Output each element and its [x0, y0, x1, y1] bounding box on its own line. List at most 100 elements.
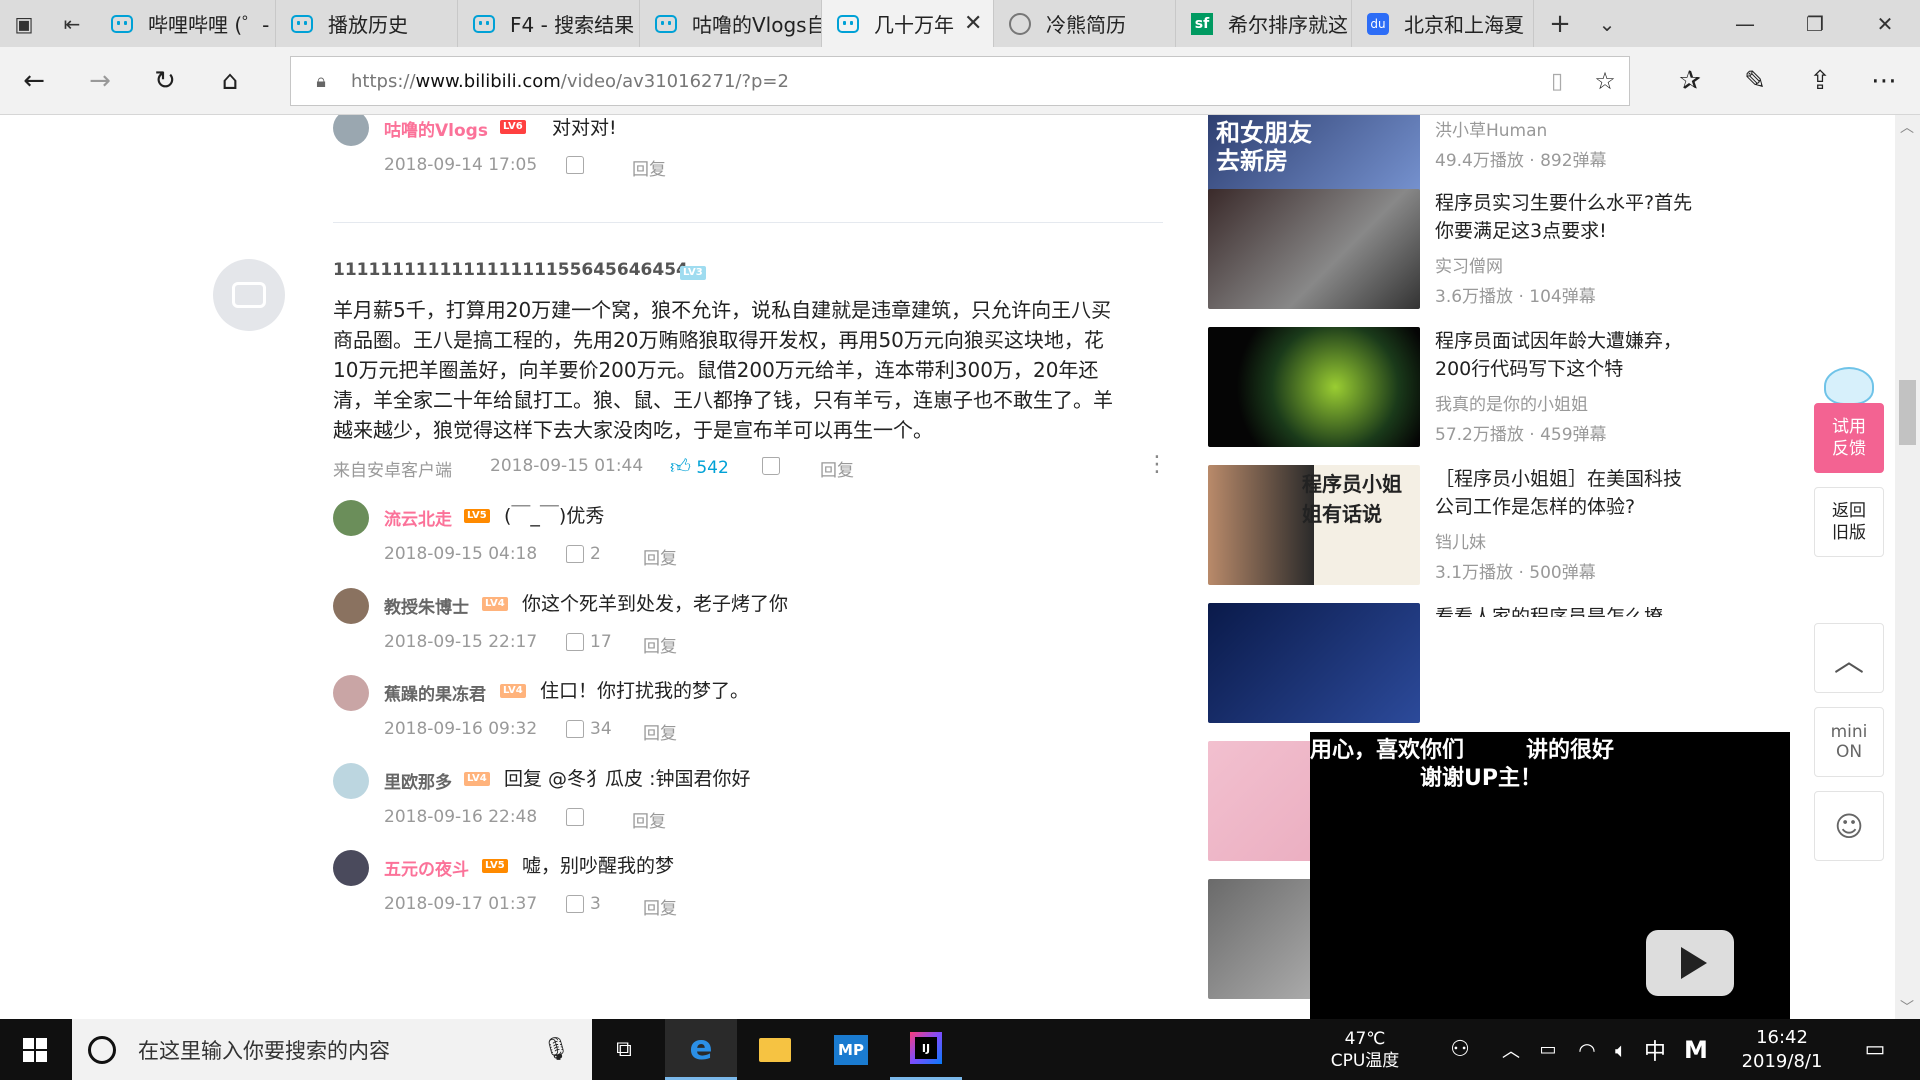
wifi-icon[interactable]: ◠: [1570, 1019, 1604, 1080]
task-view-icon[interactable]: ⧉: [600, 1019, 648, 1080]
chevron-down-icon[interactable]: ⌄: [1586, 0, 1628, 47]
microphone-icon[interactable]: 🎙︎: [542, 1037, 570, 1062]
username[interactable]: 咕噜的Vlogs: [384, 116, 488, 141]
scroll-up-icon[interactable]: ︿: [1900, 117, 1914, 137]
uploader-name[interactable]: 洪小草Human: [1435, 116, 1547, 141]
file-explorer-icon[interactable]: [740, 1019, 810, 1080]
intellij-icon[interactable]: IJ: [890, 1019, 962, 1080]
like-button[interactable]: 3: [566, 894, 601, 914]
feedback-button[interactable]: 试用反馈: [1814, 403, 1884, 473]
taskbar-search-box[interactable]: 在这里输入你要搜索的内容 🎙︎: [72, 1019, 592, 1080]
username[interactable]: 教授朱博士: [384, 593, 469, 618]
battery-icon[interactable]: ▭: [1530, 1019, 1566, 1080]
favorite-star-icon[interactable]: ☆: [1581, 67, 1629, 95]
favorites-hub-icon[interactable]: ✰: [1668, 59, 1712, 103]
reply-button[interactable]: 回复: [632, 807, 666, 832]
reading-view-icon[interactable]: ▯: [1533, 69, 1581, 94]
share-icon[interactable]: ⇪: [1798, 59, 1842, 103]
reply-button[interactable]: 回复: [632, 155, 666, 180]
reply-button[interactable]: 回复: [820, 456, 854, 481]
minimize-icon[interactable]: —: [1710, 0, 1780, 47]
tab-shell-sort[interactable]: sf 希尔排序就这: [1176, 0, 1352, 47]
more-icon[interactable]: ⋯: [1862, 59, 1906, 103]
forward-icon[interactable]: →: [78, 59, 122, 103]
avatar[interactable]: [213, 259, 285, 331]
like-button[interactable]: 34: [566, 719, 612, 739]
like-button[interactable]: 👍︎ 542: [670, 454, 729, 479]
avatar[interactable]: [333, 587, 369, 624]
video-title[interactable]: 看看人家的程序员是怎么撩: [1435, 603, 1695, 617]
video-title[interactable]: 程序员实习生要什么水平?首先你要满足这3点要求!: [1435, 189, 1695, 245]
scrollbar[interactable]: ︿ ﹀: [1895, 115, 1920, 1019]
like-button[interactable]: [566, 807, 590, 827]
show-hidden-icons[interactable]: ︿: [1495, 1019, 1527, 1080]
username[interactable]: 111111111111111111155645646454: [333, 260, 688, 280]
tab-vlogs[interactable]: 咕噜的Vlogs自: [640, 0, 822, 47]
avatar[interactable]: [333, 762, 369, 799]
dislike-button[interactable]: [762, 456, 780, 476]
volume-icon[interactable]: 🔈︎: [1604, 1019, 1638, 1080]
avatar[interactable]: [333, 850, 369, 886]
reply-button[interactable]: 回复: [643, 632, 677, 657]
username[interactable]: 蕉躁的果冻君: [384, 680, 486, 705]
play-icon[interactable]: [1646, 930, 1734, 996]
new-tab-icon[interactable]: +: [1534, 0, 1586, 47]
video-title[interactable]: 程序员面试因年龄大遭嫌弃，200行代码写下这个特: [1435, 327, 1695, 383]
video-thumbnail[interactable]: [1208, 189, 1420, 309]
reply-button[interactable]: 回复: [643, 544, 677, 569]
customer-service-button[interactable]: ☺: [1814, 791, 1884, 861]
reply-button[interactable]: 回复: [643, 894, 677, 919]
avatar[interactable]: [333, 115, 369, 146]
address-bar[interactable]: 🔒︎ https://www.bilibili.com/video/av3101…: [290, 56, 1630, 106]
back-to-top-button[interactable]: ︿: [1814, 623, 1884, 693]
like-button[interactable]: 2: [566, 544, 601, 564]
username[interactable]: 流云北走: [384, 505, 452, 530]
mini-player-toggle[interactable]: mini ON: [1814, 707, 1884, 777]
back-icon[interactable]: ←: [12, 59, 56, 103]
windows-start-icon[interactable]: [0, 1019, 70, 1080]
avatar[interactable]: [333, 500, 369, 536]
video-thumbnail[interactable]: [1208, 327, 1420, 447]
set-aside-tabs-icon[interactable]: ⇤: [48, 0, 96, 47]
video-thumbnail[interactable]: [1208, 603, 1420, 723]
username[interactable]: 五元の夜斗: [384, 855, 469, 880]
people-icon[interactable]: ⚇: [1440, 1019, 1480, 1080]
mp-app-icon[interactable]: MP: [815, 1019, 887, 1080]
refresh-icon[interactable]: ↻: [143, 59, 187, 103]
reply-button[interactable]: 回复: [643, 719, 677, 744]
scrollbar-thumb[interactable]: [1899, 380, 1916, 445]
tab-manager-icon[interactable]: ▣: [0, 0, 48, 47]
cpu-temp-widget[interactable]: 47℃ CPU温度: [1310, 1019, 1420, 1080]
web-note-icon[interactable]: ✎: [1733, 59, 1777, 103]
tab-resume[interactable]: 冷熊简历: [994, 0, 1176, 47]
mini-player[interactable]: 用心，喜欢你们 讲的很好 谢谢UP主！: [1310, 732, 1790, 1019]
like-button[interactable]: 17: [566, 632, 612, 652]
return-old-version-button[interactable]: 返回旧版: [1814, 487, 1884, 557]
restore-icon[interactable]: ❐: [1780, 0, 1850, 47]
like-button[interactable]: [566, 155, 584, 175]
more-options-icon[interactable]: ⋮: [1146, 452, 1168, 477]
uploader-name[interactable]: 我真的是你的小姐姐: [1435, 390, 1588, 415]
scroll-down-icon[interactable]: ﹀: [1900, 997, 1914, 1017]
tab-play-history[interactable]: 播放历史: [276, 0, 458, 47]
tab-current-video[interactable]: 几十万年 ✕: [822, 0, 994, 47]
close-tab-icon[interactable]: ✕: [954, 11, 982, 36]
avatar[interactable]: [333, 675, 369, 711]
video-card[interactable]: 程序员小姐姐有话说 ［程序员小姐姐］在美国科技公司工作是怎样的体验? 铛儿妹 3.1万…: [1208, 465, 1728, 589]
username[interactable]: 里欧那多: [384, 768, 452, 793]
notification-icon[interactable]: ▭: [1850, 1019, 1900, 1080]
edge-browser-icon[interactable]: e: [665, 1019, 737, 1080]
clock[interactable]: 16:42 2019/8/1: [1728, 1019, 1836, 1080]
video-title[interactable]: ［程序员小姐姐］在美国科技公司工作是怎样的体验?: [1435, 465, 1695, 521]
tab-search-results[interactable]: F4 - 搜索结果: [458, 0, 640, 47]
home-icon[interactable]: ⌂: [208, 59, 252, 103]
video-card[interactable]: 程序员实习生要什么水平?首先你要满足这3点要求! 实习僧网 3.6万播放 · 104…: [1208, 189, 1728, 313]
ime-m-icon[interactable]: M: [1676, 1019, 1716, 1080]
tab-beijing-shanghai[interactable]: du 北京和上海夏: [1352, 0, 1534, 47]
tab-bilibili-home[interactable]: 哔哩哔哩 (゜-: [96, 0, 276, 47]
video-thumbnail[interactable]: 程序员小姐姐有话说: [1208, 465, 1420, 585]
uploader-name[interactable]: 实习僧网: [1435, 252, 1503, 277]
video-card[interactable]: 程序员面试因年龄大遭嫌弃，200行代码写下这个特 我真的是你的小姐姐 57.2万播放…: [1208, 327, 1728, 451]
ime-mode[interactable]: 中: [1638, 1019, 1672, 1080]
close-window-icon[interactable]: ✕: [1850, 0, 1920, 47]
